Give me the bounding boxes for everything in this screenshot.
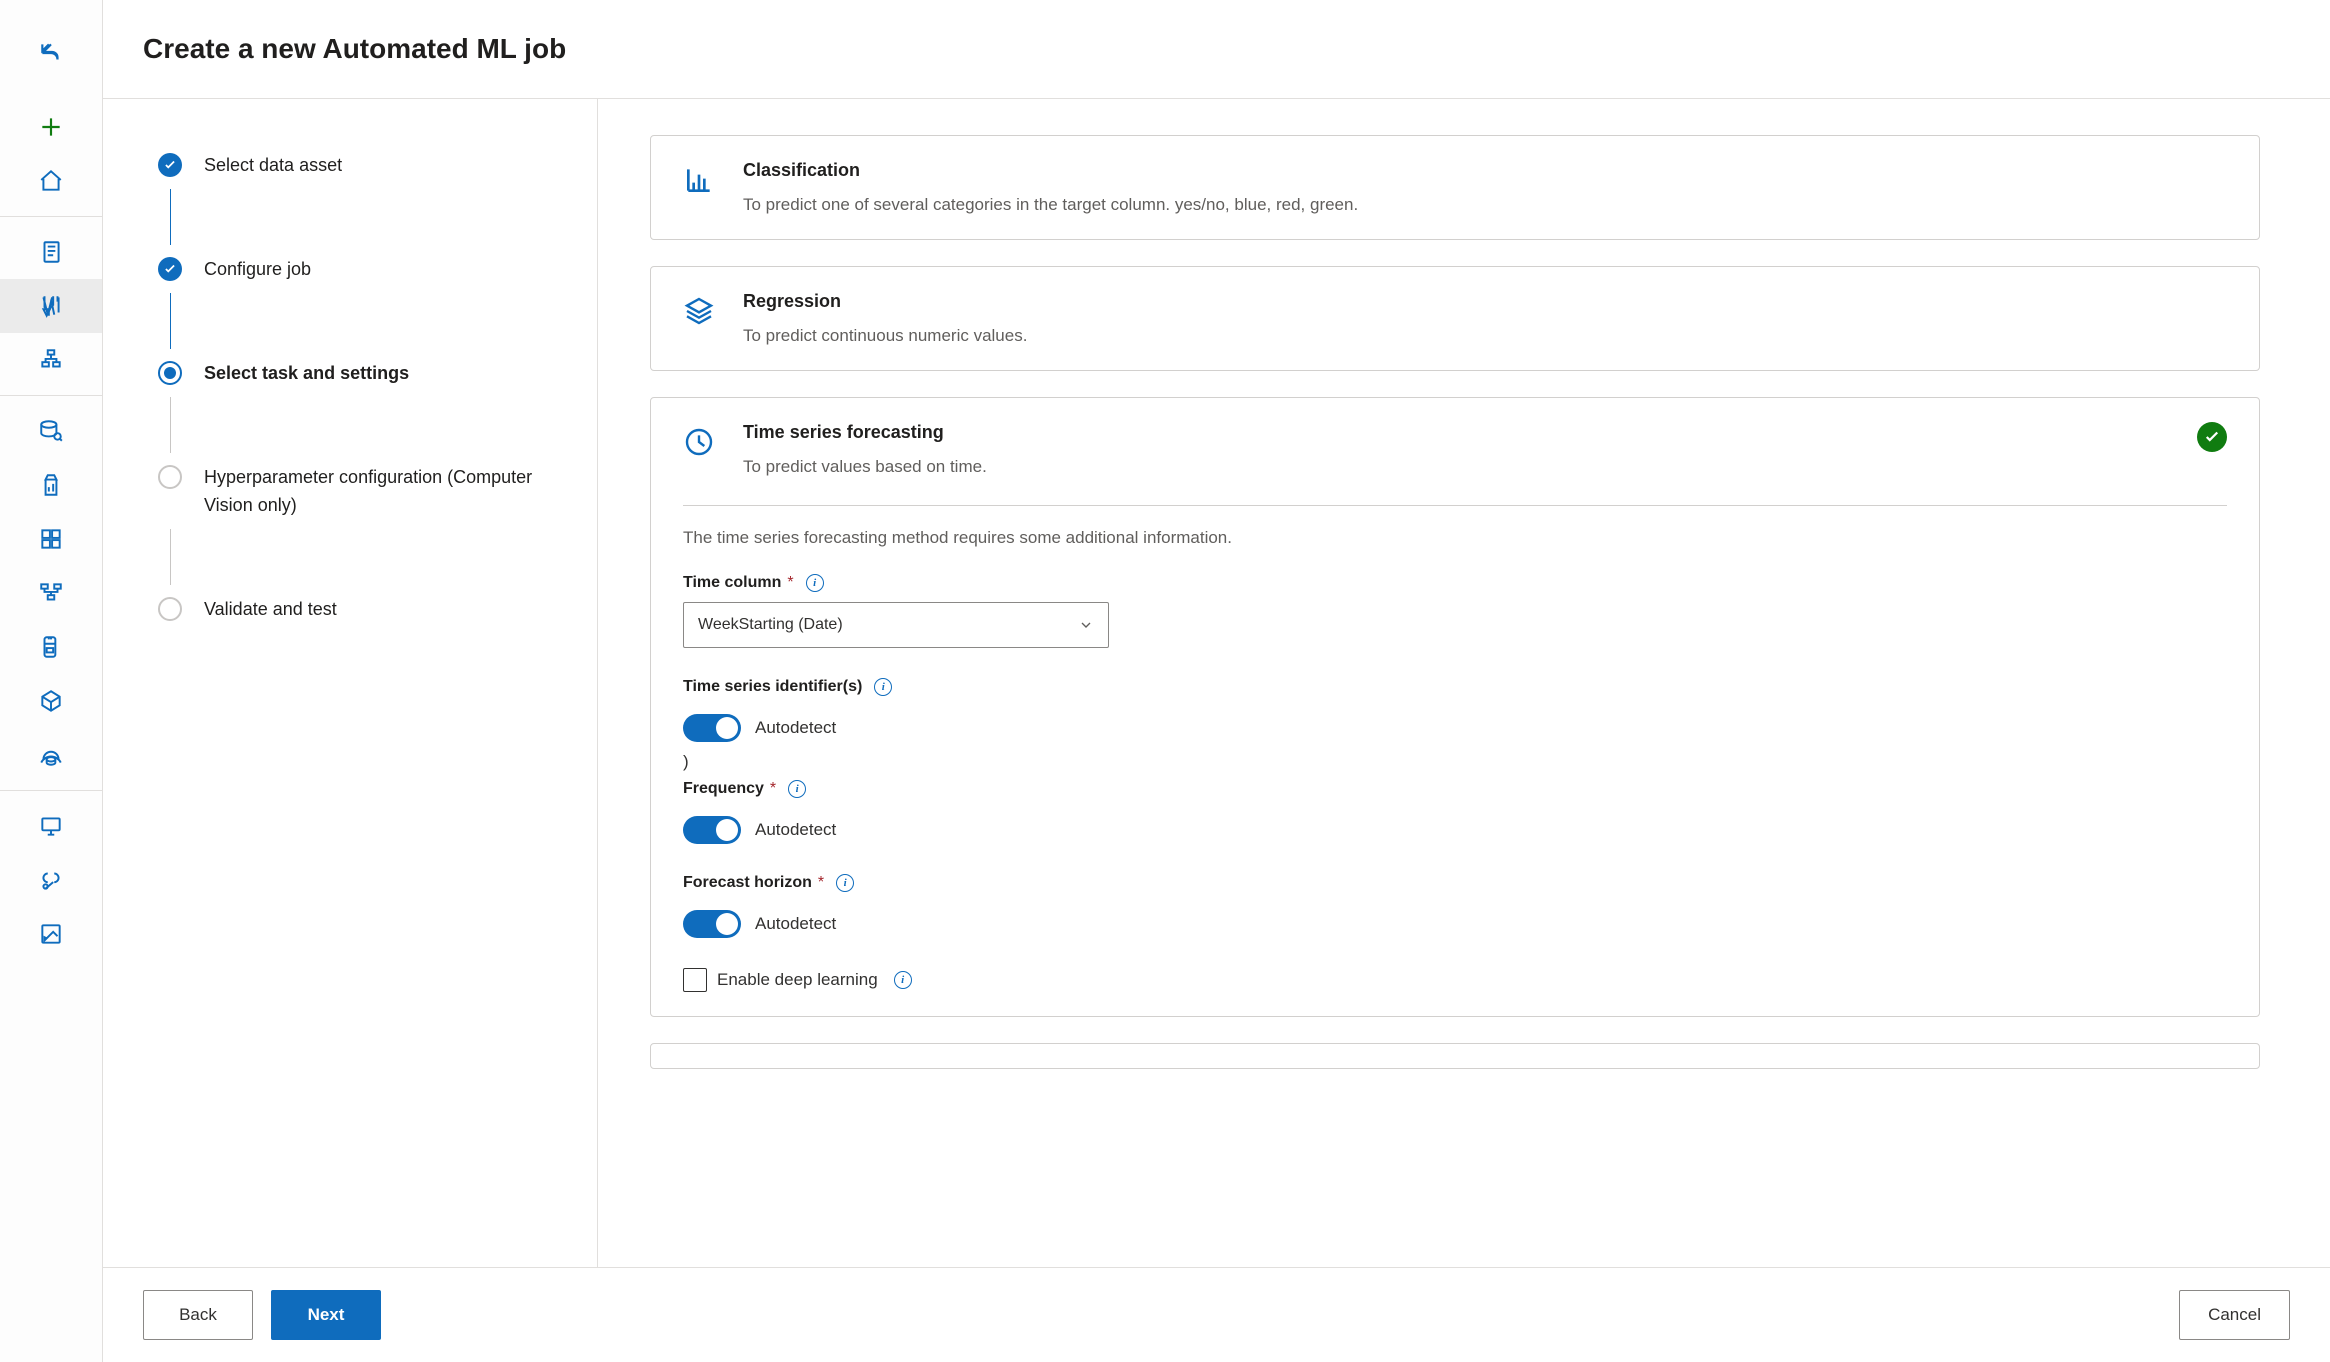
rail-data-labeling-icon[interactable] [0, 907, 102, 961]
rail-endpoints-icon[interactable] [0, 728, 102, 782]
rail-designer-icon[interactable] [0, 333, 102, 387]
step-label: Select task and settings [204, 359, 409, 387]
rail-pipelines-icon[interactable] [0, 566, 102, 620]
rail-data-icon[interactable] [0, 404, 102, 458]
clock-icon [683, 426, 715, 458]
rail-automl-icon[interactable] [0, 279, 102, 333]
stray-text: ) [683, 752, 2227, 772]
step-label: Hyperparameter configuration (Computer V… [204, 463, 557, 519]
toggle-label: Autodetect [755, 718, 836, 738]
card-title: Classification [743, 160, 2227, 181]
selected-check-icon [2197, 422, 2227, 452]
wizard-footer: Back Next Cancel [103, 1267, 2330, 1362]
rail-new-icon[interactable] [0, 100, 102, 154]
card-description: To predict one of several categories in … [743, 195, 2227, 215]
task-card-regression[interactable]: Regression To predict continuous numeric… [650, 266, 2260, 371]
timeseries-intro: The time series forecasting method requi… [683, 528, 2227, 548]
horizon-label: Forecast horizon * i [683, 874, 854, 892]
bar-chart-icon [683, 164, 715, 196]
toggle-label: Autodetect [755, 820, 836, 840]
cancel-button[interactable]: Cancel [2179, 1290, 2290, 1340]
rail-linked-services-icon[interactable] [0, 853, 102, 907]
step-configure-job[interactable]: Configure job [158, 255, 557, 283]
info-icon[interactable]: i [836, 874, 854, 892]
rail-jobs-icon[interactable] [0, 458, 102, 512]
back-button[interactable]: Back [143, 1290, 253, 1340]
step-future-icon [158, 465, 182, 489]
info-icon[interactable]: i [806, 574, 824, 592]
time-column-select[interactable]: WeekStarting (Date) [683, 602, 1109, 648]
deep-learning-checkbox[interactable] [683, 968, 707, 992]
toggle-label: Autodetect [755, 914, 836, 934]
step-hyperparameter[interactable]: Hyperparameter configuration (Computer V… [158, 463, 557, 519]
left-nav-rail [0, 0, 103, 1362]
info-icon[interactable]: i [874, 678, 892, 696]
card-title: Regression [743, 291, 2227, 312]
info-icon[interactable]: i [788, 780, 806, 798]
rail-compute-icon[interactable] [0, 799, 102, 853]
step-done-icon [158, 257, 182, 281]
ts-identifiers-toggle[interactable] [683, 714, 741, 742]
chevron-down-icon [1078, 617, 1094, 633]
ts-identifiers-label: Time series identifier(s) i [683, 678, 892, 696]
next-button[interactable]: Next [271, 1290, 381, 1340]
step-label: Validate and test [204, 595, 337, 623]
step-validate[interactable]: Validate and test [158, 595, 557, 623]
task-card-timeseries[interactable]: Time series forecasting To predict value… [650, 397, 2260, 1017]
card-title: Time series forecasting [743, 422, 2169, 443]
horizon-toggle[interactable] [683, 910, 741, 938]
step-current-icon [158, 361, 182, 385]
select-value: WeekStarting (Date) [698, 616, 843, 634]
time-column-label: Time column * i [683, 574, 824, 592]
card-description: To predict values based on time. [743, 457, 2169, 477]
page-title: Create a new Automated ML job [143, 33, 566, 65]
rail-back-icon[interactable] [0, 26, 102, 80]
layers-icon [683, 295, 715, 327]
next-card-peek [650, 1043, 2260, 1069]
task-card-classification[interactable]: Classification To predict one of several… [650, 135, 2260, 240]
rail-environments-icon[interactable] [0, 620, 102, 674]
wizard-stepper: Select data asset Configure job Select t… [103, 99, 598, 1267]
rail-notebooks-icon[interactable] [0, 225, 102, 279]
task-selection-area: Classification To predict one of several… [598, 99, 2330, 1267]
main-panel: Create a new Automated ML job Select dat… [103, 0, 2330, 1362]
rail-home-icon[interactable] [0, 154, 102, 208]
info-icon[interactable]: i [894, 971, 912, 989]
step-label: Configure job [204, 255, 311, 283]
step-future-icon [158, 597, 182, 621]
step-select-task[interactable]: Select task and settings [158, 359, 557, 387]
rail-components-icon[interactable] [0, 512, 102, 566]
step-done-icon [158, 153, 182, 177]
rail-models-icon[interactable] [0, 674, 102, 728]
frequency-toggle[interactable] [683, 816, 741, 844]
frequency-label: Frequency * i [683, 780, 806, 798]
step-label: Select data asset [204, 151, 342, 179]
card-description: To predict continuous numeric values. [743, 326, 2227, 346]
page-header: Create a new Automated ML job [103, 0, 2330, 99]
step-select-data-asset[interactable]: Select data asset [158, 151, 557, 179]
deep-learning-label: Enable deep learning [717, 970, 878, 990]
